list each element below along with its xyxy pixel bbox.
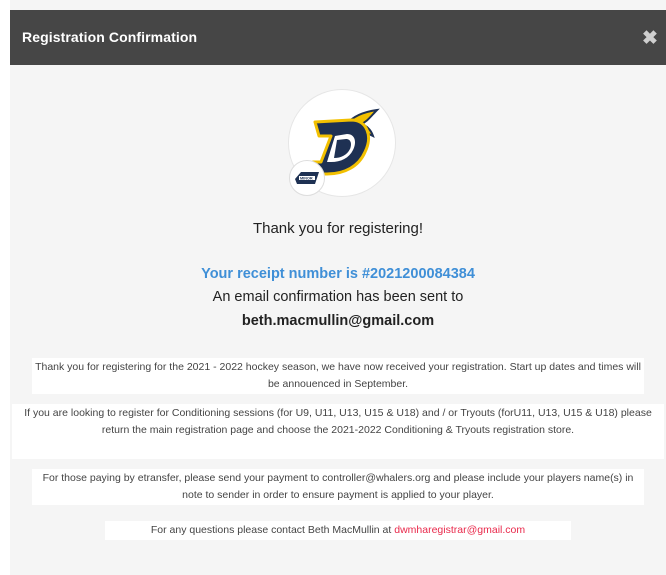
badge-text: MINOR [300, 177, 313, 181]
modal-header: Registration Confirmation ✖ [10, 10, 666, 65]
registration-modal: Registration Confirmation ✖ MINOR Thank … [10, 0, 666, 575]
conditioning-message: If you are looking to register for Condi… [12, 404, 664, 459]
email-confirmation-text: An email confirmation has been sent to [212, 289, 464, 305]
registrar-email-link[interactable]: dwmharegistrar@gmail.com [394, 524, 525, 536]
receipt-number: Your receipt number is #2021200084384 [201, 266, 475, 282]
modal-body: MINOR Thank you for registering! Your re… [10, 65, 666, 575]
contact-message: For any questions please contact Beth Ma… [105, 521, 571, 540]
minor-hockey-badge-icon: MINOR [295, 172, 319, 184]
modal-title: Registration Confirmation [22, 29, 198, 45]
etransfer-message: For those paying by etransfer, please se… [32, 469, 644, 505]
thanks-heading: Thank you for registering! [252, 220, 424, 237]
contact-prefix: For any questions please contact Beth Ma… [150, 524, 395, 536]
close-icon[interactable]: ✖ [640, 29, 660, 49]
minor-hockey-badge: MINOR [289, 160, 325, 196]
confirmation-email-address: beth.macmullin@gmail.com [241, 313, 435, 329]
season-message: Thank you for registering for the 2021 -… [32, 358, 644, 394]
